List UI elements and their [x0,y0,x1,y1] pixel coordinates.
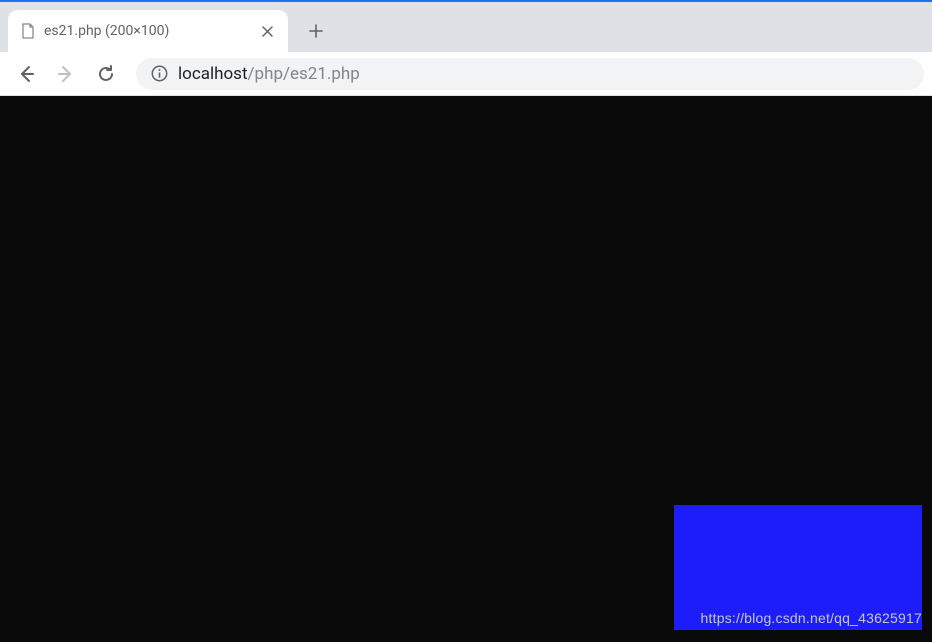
address-bar[interactable]: localhost/php/es21.php [136,58,924,90]
site-info-icon[interactable] [150,65,168,83]
page-icon [20,23,36,39]
close-tab-icon[interactable] [258,22,276,40]
reload-button[interactable] [88,56,124,92]
forward-button[interactable] [48,56,84,92]
browser-tab[interactable]: es21.php (200×100) [8,10,288,52]
tab-strip: es21.php (200×100) [0,2,932,52]
back-button[interactable] [8,56,44,92]
url-text: localhost/php/es21.php [178,64,360,84]
tab-title: es21.php (200×100) [44,23,254,39]
new-tab-button[interactable] [300,15,332,47]
page-content: https://blog.csdn.net/qq_43625917 [0,96,932,642]
url-host: localhost [178,64,248,84]
toolbar: localhost/php/es21.php [0,52,932,96]
watermark-text: https://blog.csdn.net/qq_43625917 [701,610,922,626]
url-path: /php/es21.php [248,64,360,84]
